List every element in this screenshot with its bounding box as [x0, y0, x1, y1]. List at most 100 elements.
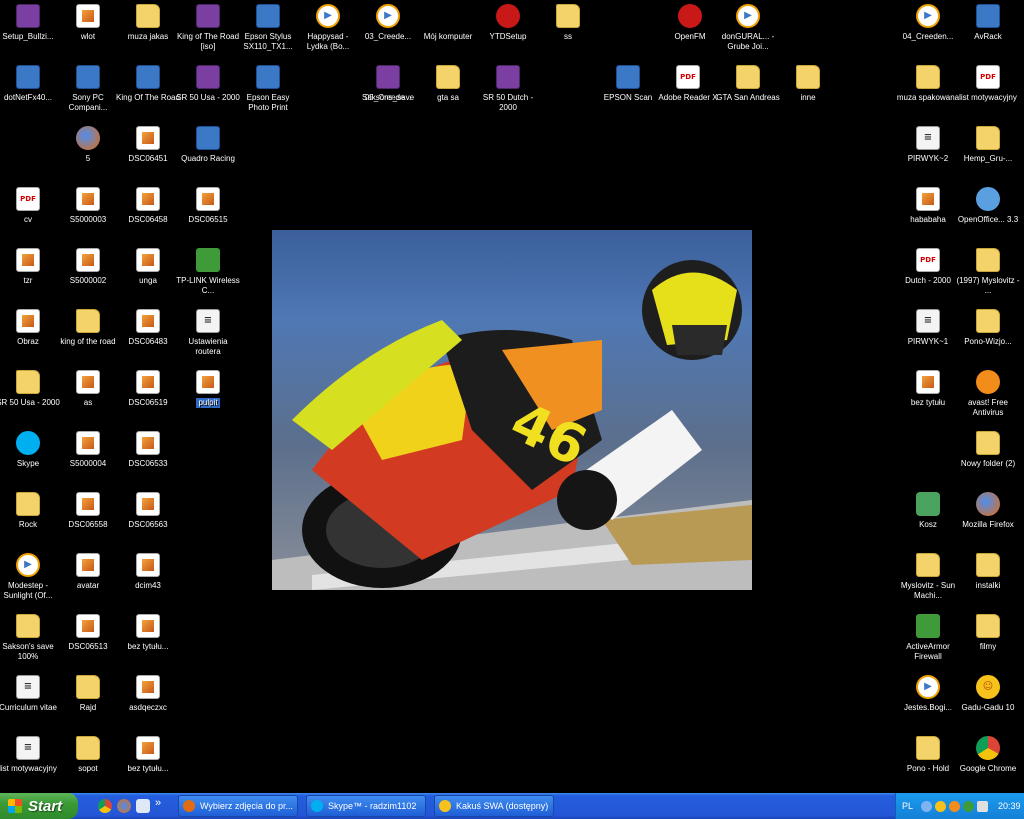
desktop-icon-adobe-reader-x[interactable]: PDF Adobe Reader X [658, 61, 718, 121]
desktop-icon-bez-tytu-u[interactable]: bez tytułu [898, 366, 958, 426]
desktop-icon-wlot[interactable]: wlot [58, 0, 118, 60]
volume-icon[interactable] [977, 800, 989, 812]
gadu-gadu-tray-icon[interactable] [935, 800, 947, 812]
desktop-icon-king-of-the-road-iso[interactable]: King of The Road [iso] [177, 0, 239, 60]
desktop-icon-sr-50-usa-2000[interactable]: SR 50 Usa - 2000 [176, 61, 240, 121]
desktop-icon-gta-san-andreas[interactable]: GTA San Andreas [716, 61, 780, 121]
desktop-icon-activearmor-firewall[interactable]: ActiveArmor Firewall [898, 610, 958, 670]
desktop-icon-muza-jakas[interactable]: muza jakas [118, 0, 178, 60]
desktop-icon-bez-tytu-u[interactable]: bez tytułu... [118, 610, 178, 670]
desktop-icon-curriculum-vitae[interactable]: ≡ Curriculum vitae [0, 671, 58, 731]
desktop-icon-dsc06519[interactable]: DSC06519 [118, 366, 178, 426]
desktop-icon-epson-easy-photo-print[interactable]: Epson Easy Photo Print [238, 61, 298, 121]
taskbar-button[interactable]: Kakuś SWA (dostępny) [434, 795, 554, 817]
desktop-icon-rajd[interactable]: Rajd [58, 671, 118, 731]
desktop-icon-list-motywacyjny[interactable]: PDF list motywacyjny [958, 61, 1018, 121]
desktop-icon-obraz[interactable]: Obraz [0, 305, 58, 365]
desktop-icon-pirwyk-2[interactable]: ≡ PIRWYK~2 [898, 122, 958, 182]
desktop-icon-hababaha[interactable]: hababaha [898, 183, 958, 243]
taskbar-button[interactable]: Wybierz zdjęcia do pr... [178, 795, 298, 817]
desktop-icon-openoffice-3-3[interactable]: OpenOffice... 3.3 [958, 183, 1018, 243]
desktop-icon-myslovitz-sun-machi[interactable]: Myslovitz - Sun Machi... [898, 549, 958, 609]
desktop-icon-kosz[interactable]: Kosz [898, 488, 958, 548]
quicklaunch-more-icon[interactable]: » [155, 797, 161, 809]
desktop-icon-pirwyk-1[interactable]: ≡ PIRWYK~1 [898, 305, 958, 365]
desktop-icon-sony-pc-compani[interactable]: Sony PC Compani... [58, 61, 118, 121]
desktop-icon-bez-tytu-u[interactable]: bez tytułu... [118, 732, 178, 792]
taskbar-button[interactable]: Skype™ - radzim1102 [306, 795, 426, 817]
desktop-icon-epson-stylus-sx110-tx1[interactable]: Epson Stylus SX110_TX1... [238, 0, 298, 60]
desktop-icon-as[interactable]: as [58, 366, 118, 426]
desktop-icon-03-creede[interactable]: ▶ 03_Creede... [358, 0, 418, 60]
desktop-icon-dongural-grube-joi[interactable]: ▶ donGURAL... - Grube Joi... [718, 0, 778, 60]
avast-tray-icon[interactable] [949, 800, 961, 812]
quicklaunch-chrome-icon[interactable] [98, 799, 112, 813]
desktop-icon-dsc06458[interactable]: DSC06458 [118, 183, 178, 243]
desktop-icon-04-creeden[interactable]: ▶ 04_Creeden... [898, 0, 958, 60]
desktop-icon-modestep-sunlight-of[interactable]: ▶ Modestep - Sunlight (Of... [0, 549, 58, 609]
desktop-icon-1997-myslovitz[interactable]: (1997) Myslovitz - ... [956, 244, 1020, 304]
desktop-icon-dsc06515[interactable]: DSC06515 [178, 183, 238, 243]
desktop-icon-dutch-2000[interactable]: PDF Dutch - 2000 [898, 244, 958, 304]
desktop-icon-tzr[interactable]: tzr [0, 244, 58, 304]
desktop-icon-sr-50-dutch-2000[interactable]: SR 50 Dutch - 2000 [478, 61, 538, 121]
desktop-icon-ustawienia-routera[interactable]: ≡ Ustawienia routera [178, 305, 238, 365]
desktop-icon-asdqeczxc[interactable]: asdqeczxc [118, 671, 178, 731]
clock[interactable]: 20:39 [998, 801, 1021, 811]
desktop-icon-openfm[interactable]: OpenFM [660, 0, 720, 60]
desktop-icon-pono-hold[interactable]: Pono - Hold [898, 732, 958, 792]
desktop-icon-dsc06513[interactable]: DSC06513 [58, 610, 118, 670]
desktop-icon-inne[interactable]: inne [778, 61, 838, 121]
desktop-icon-avrack[interactable]: AvRack [958, 0, 1018, 60]
firewall-tray-icon[interactable] [963, 800, 975, 812]
desktop-icon-dsc06533[interactable]: DSC06533 [118, 427, 178, 487]
desktop-icon-sr-50-usa-2000[interactable]: SR 50 Usa - 2000 [0, 366, 60, 426]
desktop-icon-ss[interactable]: ss [538, 0, 598, 60]
start-button[interactable]: Start [0, 793, 78, 819]
desktop-icon-5[interactable]: 5 [58, 122, 118, 182]
desktop-icon-unga[interactable]: unga [118, 244, 178, 304]
desktop-icon-dcim43[interactable]: dcim43 [118, 549, 178, 609]
desktop-icon-mozilla-firefox[interactable]: Mozilla Firefox [958, 488, 1018, 548]
desktop-icon-skype[interactable]: Skype [0, 427, 58, 487]
desktop-icon-muza-spakowana[interactable]: muza spakowana [897, 61, 959, 121]
desktop-icon-avatar[interactable]: avatar [58, 549, 118, 609]
desktop-icon-m-j-komputer[interactable]: Mój komputer [418, 0, 478, 60]
desktop-icon-s5000004[interactable]: S5000004 [58, 427, 118, 487]
desktop-icon-dsc06483[interactable]: DSC06483 [118, 305, 178, 365]
desktop-icon-setup-bullzi[interactable]: Setup_Bullzi... [0, 0, 58, 60]
desktop-icon-dsc06563[interactable]: DSC06563 [118, 488, 178, 548]
desktop-icon-pono-wizjo[interactable]: Pono-Wizjo... [958, 305, 1018, 365]
language-indicator[interactable]: PL [902, 801, 913, 811]
desktop-icon-avast-free-antivirus[interactable]: avast! Free Antivirus [958, 366, 1018, 426]
desktop-icon-nowy-folder-2[interactable]: Nowy folder (2) [958, 427, 1018, 487]
desktop-icon-dsc06451[interactable]: DSC06451 [118, 122, 178, 182]
desktop-icon-king-of-the-road[interactable]: king of the road [58, 305, 118, 365]
desktop-icon-hemp-gru[interactable]: Hemp_Gru-... [958, 122, 1018, 182]
desktop-icon-pulpit[interactable]: pulpit [178, 366, 238, 426]
desktop-icon-epson-scan[interactable]: EPSON Scan [598, 61, 658, 121]
desktop-icon-cv[interactable]: PDF cv [0, 183, 58, 243]
desktop-icon-instalki[interactable]: instalki [958, 549, 1018, 609]
desktop-icon-jestes-bogi[interactable]: ▶ Jestes.Bogi... [898, 671, 958, 731]
desktop-icon-king-of-the-road[interactable]: King Of The Road [116, 61, 180, 121]
desktop-icon-gta-sa[interactable]: gta sa [418, 61, 478, 121]
desktop-icon-filmy[interactable]: filmy [958, 610, 1018, 670]
desktop-icon-list-motywacyjny[interactable]: ≡ list motywacyjny [0, 732, 58, 792]
desktop-icon-rock[interactable]: Rock [0, 488, 58, 548]
desktop-icon-s5000002[interactable]: S5000002 [58, 244, 118, 304]
desktop-icon-quadro-racing[interactable]: Quadro Racing [178, 122, 238, 182]
desktop-icon-dsc06558[interactable]: DSC06558 [58, 488, 118, 548]
desktop-icon-saksons-save[interactable]: Saksons_save [358, 61, 418, 121]
desktop-icon-gadu-gadu-10[interactable]: ☺ Gadu-Gadu 10 [958, 671, 1018, 731]
desktop-icon-sopot[interactable]: sopot [58, 732, 118, 792]
desktop-icon-s5000003[interactable]: S5000003 [58, 183, 118, 243]
quicklaunch-firefox-icon[interactable] [117, 799, 131, 813]
desktop-icon-sakson-s-save-100[interactable]: Sakson's save 100% [0, 610, 58, 670]
desktop-icon-google-chrome[interactable]: Google Chrome [958, 732, 1018, 792]
desktop[interactable]: 46 Setup_Bullzi... wlot muza jakas King of … [0, 0, 1024, 793]
desktop-icon-ytdsetup[interactable]: YTDSetup [478, 0, 538, 60]
quicklaunch-show-desktop-icon[interactable] [136, 799, 150, 813]
desktop-icon-tp-link-wireless-c[interactable]: TP-LINK Wireless C... [176, 244, 240, 304]
desktop-icon-dotnetfx40[interactable]: dotNetFx40... [0, 61, 58, 121]
